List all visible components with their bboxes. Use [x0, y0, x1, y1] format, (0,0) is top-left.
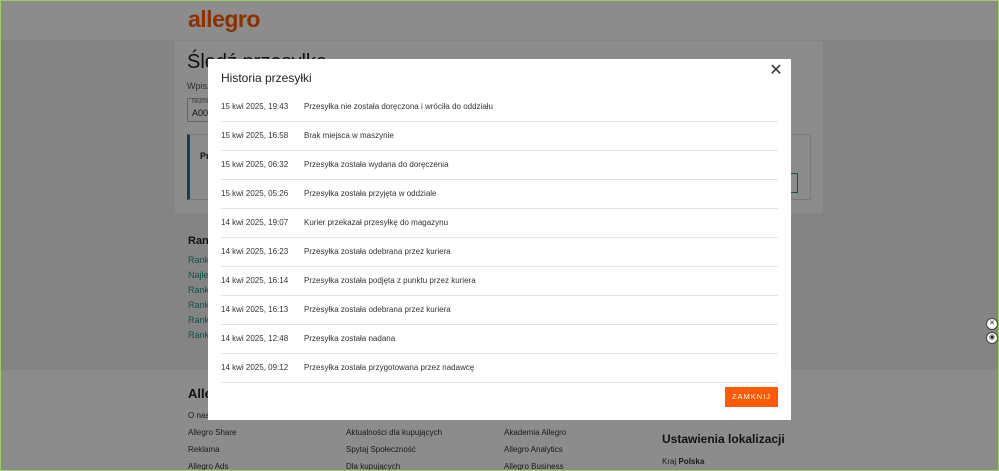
event-date: 14 kwi 2025, 16:14 [221, 276, 289, 285]
history-list: 15 kwi 2025, 19:43 Przesyłka nie została… [221, 93, 778, 383]
close-circle-icon[interactable]: ✕ [986, 318, 998, 330]
event-date: 15 kwi 2025, 19:43 [221, 102, 289, 111]
event-date: 14 kwi 2025, 12:48 [221, 334, 289, 343]
history-row: 14 kwi 2025, 09:12 Przesyłka została prz… [221, 354, 778, 383]
event-date: 15 kwi 2025, 16:58 [221, 131, 289, 140]
event-description: Przesyłka została podjęta z punktu przez… [304, 276, 476, 285]
history-row: 15 kwi 2025, 16:58 Brak miejsca w maszyn… [221, 122, 778, 151]
event-description: Przesyłka została przyjęta w oddziale [304, 189, 437, 198]
dialog-title: Historia przesyłki [221, 71, 312, 85]
event-description: Przesyłka została nadana [304, 334, 396, 343]
event-date: 15 kwi 2025, 05:26 [221, 189, 289, 198]
close-icon[interactable]: ✕ [768, 63, 784, 79]
event-description: Przesyłka nie została doręczona i wrócił… [304, 102, 493, 111]
history-row: 14 kwi 2025, 16:23 Przesyłka została ode… [221, 238, 778, 267]
event-description: Przesyłka została wydana do doręczenia [304, 160, 449, 169]
history-row: 14 kwi 2025, 16:13 Przesyłka została ode… [221, 296, 778, 325]
event-date: 14 kwi 2025, 16:13 [221, 305, 289, 314]
side-widget: ✕ ◉ [986, 318, 998, 344]
event-description: Brak miejsca w maszynie [304, 131, 394, 140]
close-button[interactable]: ZAMKNIJ [725, 387, 778, 407]
event-date: 14 kwi 2025, 16:23 [221, 247, 289, 256]
event-description: Przesyłka została odebrana przez kuriera [304, 305, 451, 314]
event-date: 14 kwi 2025, 19:07 [221, 218, 289, 227]
event-description: Przesyłka została odebrana przez kuriera [304, 247, 451, 256]
event-description: Kurier przekazał przesyłkę do magazynu [304, 218, 449, 227]
event-date: 14 kwi 2025, 09:12 [221, 363, 289, 372]
history-row: 14 kwi 2025, 12:48 Przesyłka została nad… [221, 325, 778, 354]
event-description: Przesyłka została przygotowana przez nad… [304, 363, 475, 372]
history-row: 14 kwi 2025, 19:07 Kurier przekazał prze… [221, 209, 778, 238]
history-row: 15 kwi 2025, 19:43 Przesyłka nie została… [221, 93, 778, 122]
history-row: 14 kwi 2025, 16:14 Przesyłka została pod… [221, 267, 778, 296]
history-row: 15 kwi 2025, 05:26 Przesyłka została prz… [221, 180, 778, 209]
history-row: 15 kwi 2025, 06:32 Przesyłka została wyd… [221, 151, 778, 180]
shipment-history-dialog: Historia przesyłki ✕ 15 kwi 2025, 19:43 … [208, 59, 791, 420]
event-date: 15 kwi 2025, 06:32 [221, 160, 289, 169]
target-icon[interactable]: ◉ [986, 332, 998, 344]
